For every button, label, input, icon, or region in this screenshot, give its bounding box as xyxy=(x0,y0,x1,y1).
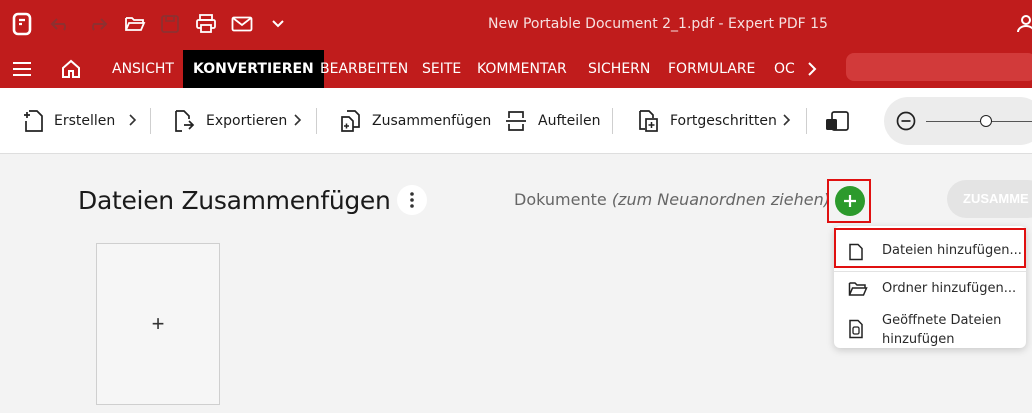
undo-icon[interactable] xyxy=(49,10,73,38)
redo-icon[interactable] xyxy=(85,10,109,38)
ribbon-toolbar: Erstellen Exportieren Zusammenfügen Auft… xyxy=(0,88,1032,154)
open-folder-icon[interactable] xyxy=(123,10,147,38)
create-chevron-icon[interactable] xyxy=(127,113,137,127)
menu-item-add-open-files-line2: hinzufügen xyxy=(882,332,955,347)
split-icon xyxy=(506,111,526,131)
advanced-icon xyxy=(639,110,658,132)
menu-scroll-right-icon[interactable] xyxy=(800,55,824,83)
export-label: Exportieren xyxy=(206,113,288,129)
more-options-button[interactable] xyxy=(397,185,427,215)
export-button[interactable]: Exportieren xyxy=(172,88,287,154)
app-logo-icon[interactable] xyxy=(10,10,34,38)
ribbon-divider xyxy=(316,108,317,134)
tab-konvertieren[interactable]: KONVERTIEREN xyxy=(183,50,324,88)
menu-divider xyxy=(834,271,1026,272)
dropzone-plus: + xyxy=(151,311,165,336)
merge-button[interactable]: Zusammenfügen xyxy=(338,88,491,154)
create-icon xyxy=(24,110,43,132)
page-view-icon xyxy=(826,111,849,131)
tab-seite[interactable]: SEITE xyxy=(422,50,461,88)
zoom-control xyxy=(884,97,1032,145)
tab-oc[interactable]: OC xyxy=(774,50,795,88)
advanced-button[interactable]: Fortgeschritten xyxy=(636,88,777,154)
merge-run-button[interactable]: ZUSAMME xyxy=(947,180,1032,218)
menu-item-add-folder[interactable]: Ordner hinzufügen... xyxy=(834,276,1026,302)
menu-item-add-folder-label: Ordner hinzufügen... xyxy=(882,281,1017,296)
advanced-label: Fortgeschritten xyxy=(670,113,777,129)
add-files-highlight xyxy=(834,228,1026,268)
tab-formulare[interactable]: FORMULARE xyxy=(668,50,755,88)
plus-icon xyxy=(844,195,856,207)
zoom-slider-track[interactable] xyxy=(926,121,1032,122)
documents-hint: (zum Neuanordnen ziehen) xyxy=(611,190,830,209)
tab-sichern[interactable]: SICHERN xyxy=(588,50,650,88)
account-icon[interactable] xyxy=(1014,10,1032,38)
menu-item-add-open-files[interactable]: Geöffnete Dateien hinzufügen xyxy=(834,310,1026,349)
menu-item-add-open-files-line1: Geöffnete Dateien xyxy=(882,313,1002,328)
more-vertical-icon xyxy=(410,192,414,208)
customize-chevron-icon[interactable] xyxy=(266,10,290,38)
tab-bearbeiten[interactable]: BEARBEITEN xyxy=(320,50,408,88)
split-label: Aufteilen xyxy=(538,113,601,129)
merge-icon xyxy=(341,110,360,132)
merge-label: Zusammenfügen xyxy=(372,113,492,129)
documents-label-text: Dokumente xyxy=(514,190,607,209)
page-title: Dateien Zusammenfügen xyxy=(78,186,391,215)
advanced-chevron-icon[interactable] xyxy=(781,113,791,127)
create-label: Erstellen xyxy=(54,113,116,129)
folder-icon xyxy=(848,282,868,296)
page-view-button[interactable] xyxy=(824,88,860,154)
ribbon-divider xyxy=(150,108,151,134)
zoom-out-icon[interactable] xyxy=(896,111,916,131)
home-icon[interactable] xyxy=(59,55,83,83)
documents-label: Dokumente (zum Neuanordnen ziehen) xyxy=(514,190,830,209)
open-document-icon xyxy=(849,319,863,339)
add-documents-button[interactable] xyxy=(835,186,865,216)
zoom-slider-handle[interactable] xyxy=(980,115,992,127)
hamburger-menu-icon[interactable] xyxy=(10,55,34,83)
email-icon[interactable] xyxy=(230,10,254,38)
export-chevron-icon[interactable] xyxy=(292,113,302,127)
create-button[interactable]: Erstellen xyxy=(22,88,115,154)
search-input[interactable] xyxy=(846,53,1032,81)
title-bar: New Portable Document 2_1.pdf - Expert P… xyxy=(0,0,1032,50)
save-icon[interactable] xyxy=(158,10,182,38)
window-title: New Portable Document 2_1.pdf - Expert P… xyxy=(488,16,828,32)
split-button[interactable]: Aufteilen xyxy=(504,88,601,154)
tab-kommentar[interactable]: KOMMENTAR xyxy=(477,50,567,88)
tab-ansicht[interactable]: ANSICHT xyxy=(112,50,174,88)
ribbon-divider xyxy=(806,108,807,134)
export-icon xyxy=(175,110,195,132)
menu-item-add-open-files-label: Geöffnete Dateien hinzufügen xyxy=(882,311,1001,349)
print-icon[interactable] xyxy=(194,10,218,38)
ribbon-divider xyxy=(612,108,613,134)
add-file-dropzone[interactable]: + xyxy=(96,243,220,405)
